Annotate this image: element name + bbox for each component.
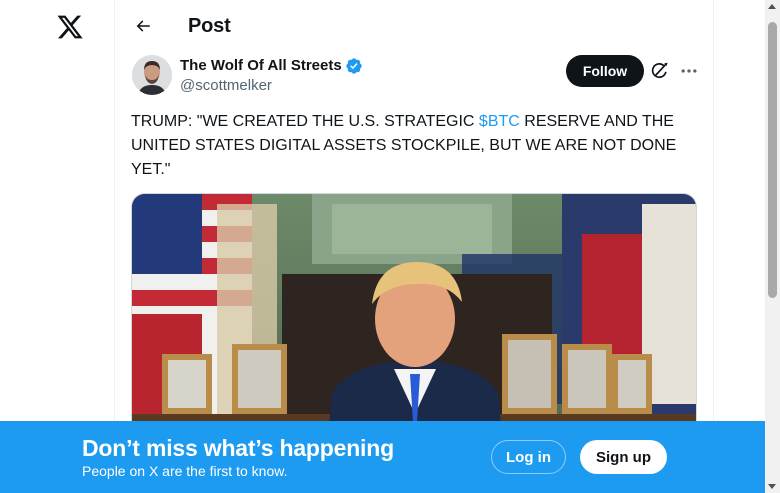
signup-banner: Don’t miss what’s happening People on X …: [0, 421, 765, 493]
avatar[interactable]: [132, 55, 172, 95]
grok-icon[interactable]: [650, 61, 670, 81]
post-header: Post: [115, 0, 715, 52]
x-logo-icon[interactable]: [55, 12, 85, 42]
author-display-name[interactable]: The Wolf Of All Streets: [180, 57, 342, 74]
scroll-up-arrow-icon[interactable]: [768, 4, 776, 9]
more-horizontal-icon[interactable]: [679, 61, 699, 81]
author-handle[interactable]: @scottmelker: [180, 77, 272, 94]
scroll-down-arrow-icon[interactable]: [768, 484, 776, 489]
signup-button[interactable]: Sign up: [580, 440, 667, 474]
follow-button[interactable]: Follow: [566, 55, 644, 87]
main-column: Post The Wolf Of All Streets @scottmelke…: [114, 0, 714, 493]
scrollbar-thumb[interactable]: [768, 22, 777, 298]
verified-badge-icon: [345, 57, 363, 75]
page-title: Post: [188, 15, 231, 37]
banner-title: Don’t miss what’s happening: [82, 435, 394, 461]
left-rail: [0, 0, 114, 493]
arrow-left-icon: [136, 20, 150, 32]
login-button[interactable]: Log in: [491, 440, 566, 474]
cashtag-link[interactable]: $BTC: [479, 113, 520, 130]
back-button[interactable]: [129, 12, 157, 40]
tweet-text: TRUMP: "WE CREATED THE U.S. STRATEGIC $B…: [131, 110, 701, 182]
tweet-author-row: The Wolf Of All Streets @scottmelker Fol…: [131, 55, 701, 97]
banner-subtitle: People on X are the first to know.: [82, 463, 288, 479]
vertical-scrollbar[interactable]: [765, 0, 780, 493]
tweet-text-before: TRUMP: "WE CREATED THE U.S. STRATEGIC: [131, 113, 479, 130]
